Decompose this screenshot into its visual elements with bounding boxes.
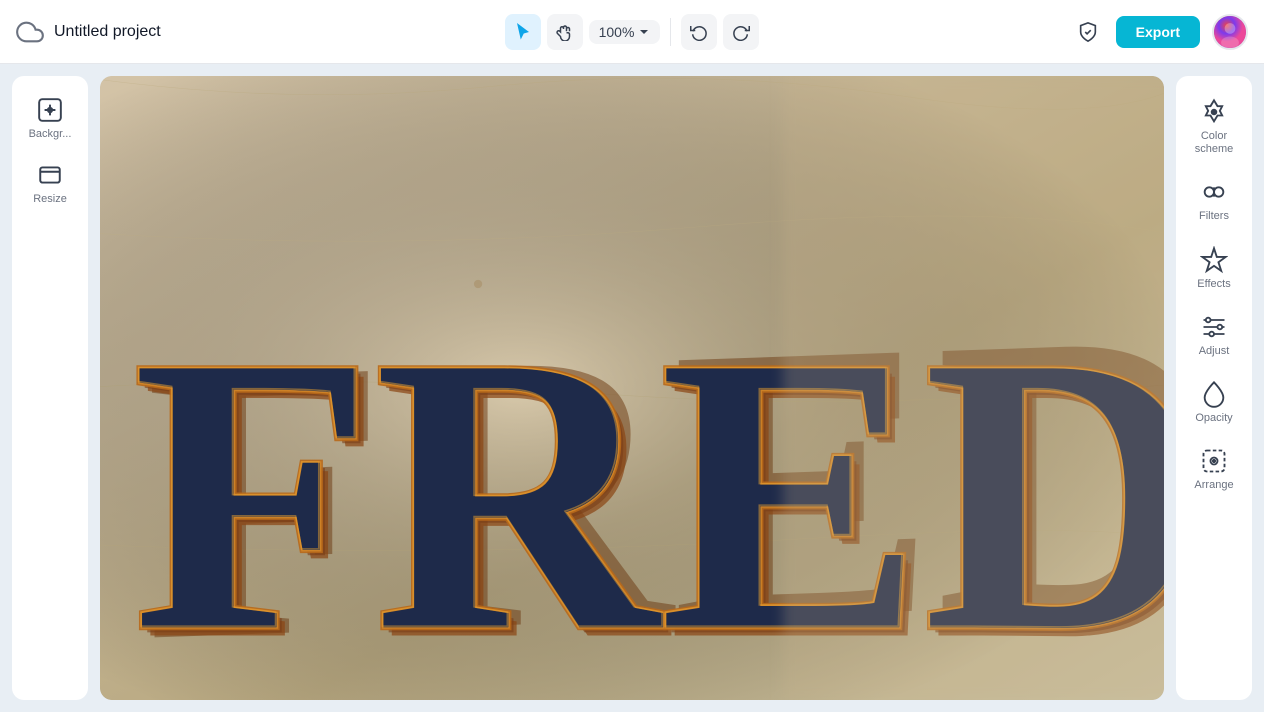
canvas-image: FRED FRED FRED FRED FRED FRED FRED bbox=[100, 76, 1164, 700]
zoom-level: 100% bbox=[599, 24, 635, 40]
export-button[interactable]: Export bbox=[1116, 16, 1200, 48]
hand-tool-button[interactable] bbox=[547, 14, 583, 50]
arrange-icon bbox=[1200, 447, 1228, 475]
resize-tool-label: Resize bbox=[33, 193, 67, 206]
effects-label: Effects bbox=[1197, 278, 1230, 291]
right-sidebar: Color scheme Filters Effects bbox=[1176, 76, 1252, 700]
select-tool-button[interactable] bbox=[505, 14, 541, 50]
palette-icon bbox=[1200, 98, 1228, 126]
zoom-control[interactable]: 100% bbox=[589, 20, 661, 44]
effects-icon bbox=[1200, 246, 1228, 274]
opacity-tool[interactable]: Opacity bbox=[1182, 370, 1246, 435]
left-sidebar: Backgr... Resize bbox=[12, 76, 88, 700]
filters-icon bbox=[1200, 178, 1228, 206]
effects-tool[interactable]: Effects bbox=[1182, 236, 1246, 301]
cloud-icon bbox=[16, 18, 44, 46]
arrange-label: Arrange bbox=[1194, 479, 1233, 492]
resize-icon bbox=[36, 161, 64, 189]
topbar-center: 100% bbox=[505, 14, 760, 50]
wall-svg: FRED FRED FRED FRED FRED FRED FRED bbox=[100, 76, 1164, 700]
resize-tool[interactable]: Resize bbox=[20, 153, 80, 214]
adjust-label: Adjust bbox=[1199, 345, 1230, 358]
main-area: Backgr... Resize bbox=[0, 64, 1264, 712]
background-tool-label: Backgr... bbox=[29, 128, 72, 141]
background-tool[interactable]: Backgr... bbox=[20, 88, 80, 149]
shield-button[interactable] bbox=[1072, 16, 1104, 48]
topbar-left: Untitled project bbox=[16, 18, 493, 46]
topbar-divider bbox=[670, 18, 671, 46]
avatar[interactable] bbox=[1212, 14, 1248, 50]
filters-tool[interactable]: Filters bbox=[1182, 168, 1246, 233]
canvas-area[interactable]: FRED FRED FRED FRED FRED FRED FRED bbox=[100, 76, 1164, 700]
adjust-tool[interactable]: Adjust bbox=[1182, 303, 1246, 368]
redo-button[interactable] bbox=[723, 14, 759, 50]
background-icon bbox=[36, 96, 64, 124]
filters-label: Filters bbox=[1199, 210, 1229, 223]
color-scheme-label: Color scheme bbox=[1188, 130, 1240, 156]
opacity-label: Opacity bbox=[1195, 412, 1232, 425]
adjust-icon bbox=[1200, 313, 1228, 341]
arrange-tool[interactable]: Arrange bbox=[1182, 437, 1246, 502]
undo-button[interactable] bbox=[681, 14, 717, 50]
topbar-right: Export bbox=[771, 14, 1248, 50]
opacity-icon bbox=[1200, 380, 1228, 408]
project-title: Untitled project bbox=[54, 23, 161, 41]
topbar: Untitled project 100% bbox=[0, 0, 1264, 64]
color-scheme-tool[interactable]: Color scheme bbox=[1182, 88, 1246, 166]
